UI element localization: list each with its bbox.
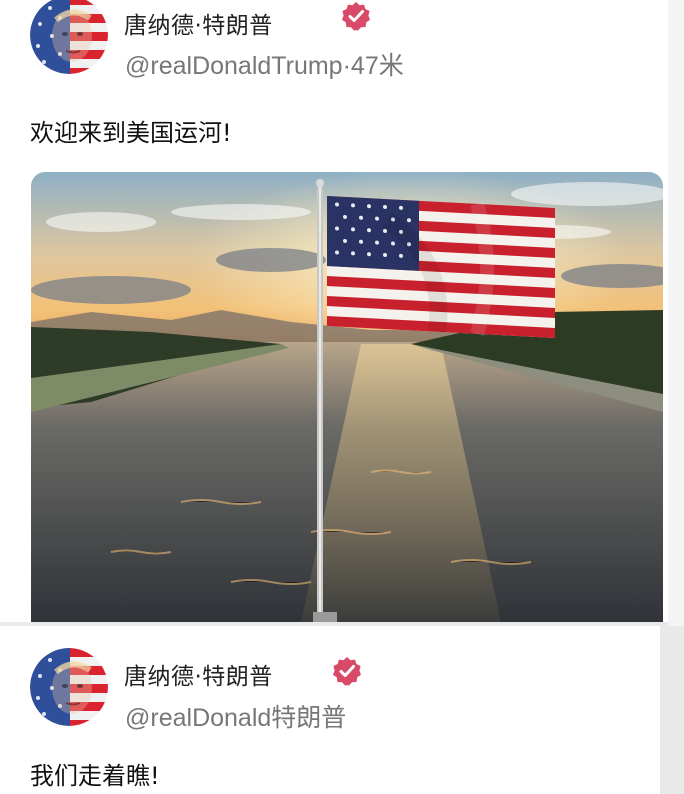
display-name[interactable]: 唐纳德·特朗普 [124,6,273,40]
flag-over-canal-photo [31,172,663,622]
display-name[interactable]: 唐纳德·特朗普 [124,657,273,691]
tweet-card[interactable]: 唐纳德·特朗普 @realDonald特朗普 我们走着瞧! [0,626,660,794]
tweet-image[interactable] [31,172,663,622]
avatar[interactable] [30,648,108,726]
tweet-text: 我们走着瞧! [30,762,160,790]
handle-and-time[interactable]: @realDonald特朗普 [125,698,346,734]
scroll-edge [668,0,684,626]
handle-and-time[interactable]: @realDonaldTrump·47米 [125,46,404,82]
verified-badge-icon [341,1,371,31]
tweet-text: 欢迎来到美国运河! [30,119,232,147]
verified-badge-icon [332,656,362,686]
tweet-card[interactable]: 唐纳德·特朗普 @realDonaldTrump·47米 欢迎来到美国运河! [0,0,668,622]
avatar[interactable] [30,0,108,74]
